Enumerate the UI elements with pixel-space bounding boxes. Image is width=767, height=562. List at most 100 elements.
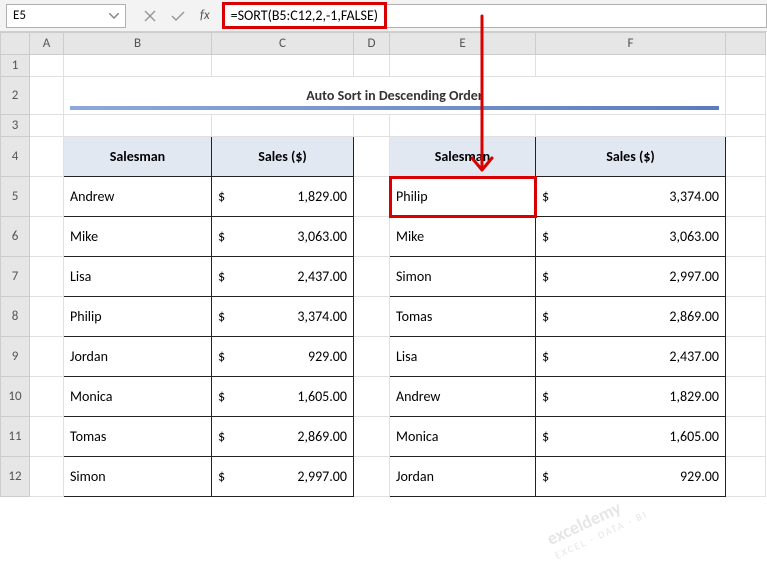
cell[interactable] — [354, 177, 390, 217]
select-all-corner[interactable] — [1, 33, 30, 55]
cell-F5[interactable]: $3,374.00 — [536, 177, 726, 217]
left-header-salesman[interactable]: Salesman — [64, 137, 212, 177]
cell[interactable] — [726, 457, 766, 497]
col-header-B[interactable]: B — [64, 33, 212, 55]
cell[interactable] — [30, 457, 64, 497]
row-header[interactable]: 9 — [1, 337, 30, 377]
left-header-sales[interactable]: Sales ($) — [212, 137, 354, 177]
col-header-C[interactable]: C — [212, 33, 354, 55]
cell[interactable]: $2,869.00 — [212, 417, 354, 457]
row-header[interactable]: 11 — [1, 417, 30, 457]
cell[interactable] — [536, 115, 726, 137]
cell[interactable]: $3,063.00 — [212, 217, 354, 257]
col-header-D[interactable]: D — [354, 33, 390, 55]
row-header[interactable]: 8 — [1, 297, 30, 337]
formula-bar[interactable]: =SORT(B5:C12,2,-1,FALSE) — [222, 4, 767, 28]
cell[interactable] — [354, 55, 390, 77]
cell-E5-active[interactable]: Philip — [390, 177, 536, 217]
cell[interactable] — [726, 337, 766, 377]
row-header[interactable]: 10 — [1, 377, 30, 417]
row-header[interactable]: 6 — [1, 217, 30, 257]
cell[interactable]: $3,374.00 — [212, 297, 354, 337]
cell[interactable]: $2,997.00 — [536, 257, 726, 297]
cell[interactable]: $2,437.00 — [536, 337, 726, 377]
cell[interactable]: $2,437.00 — [212, 257, 354, 297]
cell[interactable]: Jordan — [64, 337, 212, 377]
col-header-E[interactable]: E — [390, 33, 536, 55]
cell[interactable]: Lisa — [390, 337, 536, 377]
cell[interactable] — [30, 217, 64, 257]
row-header[interactable]: 5 — [1, 177, 30, 217]
cell[interactable] — [390, 55, 536, 77]
cell[interactable] — [354, 417, 390, 457]
cell[interactable] — [354, 137, 390, 177]
cell[interactable]: Mike — [390, 217, 536, 257]
row-header[interactable]: 12 — [1, 457, 30, 497]
cell[interactable] — [726, 137, 766, 177]
row-header[interactable]: 1 — [1, 55, 30, 77]
right-header-sales[interactable]: Sales ($) — [536, 137, 726, 177]
cell[interactable] — [30, 257, 64, 297]
cell[interactable] — [726, 115, 766, 137]
fx-icon[interactable]: fx — [200, 8, 210, 23]
cell[interactable] — [30, 417, 64, 457]
cell[interactable] — [30, 177, 64, 217]
cell[interactable] — [354, 297, 390, 337]
cell-B5[interactable]: Andrew — [64, 177, 212, 217]
cell[interactable] — [726, 417, 766, 457]
cell[interactable]: $1,605.00 — [536, 417, 726, 457]
cell[interactable]: Andrew — [390, 377, 536, 417]
col-header-blank[interactable] — [726, 33, 766, 55]
col-header-F[interactable]: F — [536, 33, 726, 55]
title-cell[interactable]: Auto Sort in Descending Order — [64, 77, 726, 115]
cell[interactable]: Jordan — [390, 457, 536, 497]
cell[interactable] — [212, 115, 354, 137]
cell[interactable]: $1,829.00 — [536, 377, 726, 417]
cell[interactable]: $929.00 — [212, 337, 354, 377]
cell[interactable]: Mike — [64, 217, 212, 257]
cell[interactable] — [354, 377, 390, 417]
cell[interactable] — [726, 257, 766, 297]
cell[interactable]: Tomas — [390, 297, 536, 337]
chevron-down-icon[interactable] — [107, 9, 121, 23]
cell[interactable]: $2,869.00 — [536, 297, 726, 337]
cell[interactable]: Monica — [64, 377, 212, 417]
cell[interactable] — [212, 55, 354, 77]
cell[interactable] — [726, 217, 766, 257]
cell[interactable]: Simon — [390, 257, 536, 297]
cell[interactable] — [30, 297, 64, 337]
cell[interactable] — [354, 337, 390, 377]
cell[interactable] — [30, 137, 64, 177]
row-header[interactable]: 2 — [1, 77, 30, 115]
cell[interactable] — [726, 297, 766, 337]
row-header[interactable]: 7 — [1, 257, 30, 297]
cell[interactable] — [726, 77, 766, 115]
cell[interactable]: $3,063.00 — [536, 217, 726, 257]
cell[interactable]: $2,997.00 — [212, 457, 354, 497]
name-box[interactable]: E5 — [6, 4, 126, 28]
cell[interactable] — [726, 177, 766, 217]
cell[interactable] — [64, 115, 212, 137]
cell[interactable] — [354, 115, 390, 137]
cell[interactable]: Lisa — [64, 257, 212, 297]
col-header-A[interactable]: A — [30, 33, 64, 55]
cell[interactable] — [536, 55, 726, 77]
cell[interactable] — [354, 457, 390, 497]
cell[interactable]: Tomas — [64, 417, 212, 457]
cell[interactable] — [30, 337, 64, 377]
cell[interactable]: Philip — [64, 297, 212, 337]
cell-C5[interactable]: $1,829.00 — [212, 177, 354, 217]
cell[interactable] — [354, 217, 390, 257]
row-header[interactable]: 4 — [1, 137, 30, 177]
check-icon[interactable] — [168, 6, 188, 26]
cell[interactable] — [30, 77, 64, 115]
cell[interactable] — [726, 55, 766, 77]
cell[interactable]: Monica — [390, 417, 536, 457]
cell[interactable] — [30, 115, 64, 137]
cancel-icon[interactable] — [140, 6, 160, 26]
cell[interactable] — [30, 55, 64, 77]
row-header[interactable]: 3 — [1, 115, 30, 137]
right-header-salesman[interactable]: Salesman — [390, 137, 536, 177]
cell[interactable] — [354, 257, 390, 297]
cell[interactable] — [726, 377, 766, 417]
